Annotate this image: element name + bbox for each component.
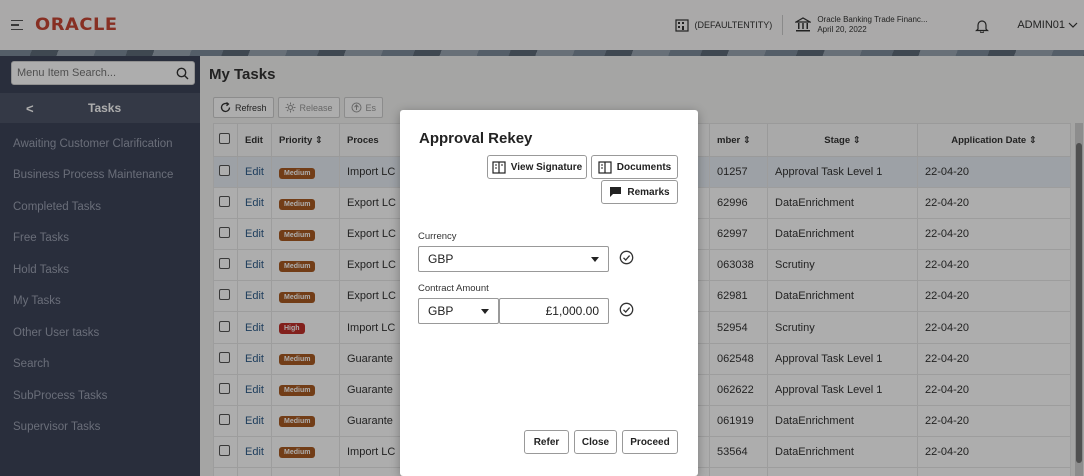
check-circle-icon — [619, 250, 634, 265]
contract-currency-value: GBP — [428, 304, 454, 318]
remarks-label: Remarks — [627, 186, 670, 198]
documents-icon — [598, 160, 612, 174]
refer-button[interactable]: Refer — [524, 430, 569, 454]
contract-currency-select[interactable]: GBP — [418, 298, 499, 324]
chevron-down-icon — [591, 256, 599, 262]
currency-value: GBP — [428, 252, 454, 266]
contract-amount-label: Contract Amount — [418, 283, 489, 294]
proceed-button[interactable]: Proceed — [622, 430, 678, 454]
close-button[interactable]: Close — [574, 430, 617, 454]
check-circle-icon — [619, 302, 634, 317]
signature-book-icon — [492, 160, 506, 174]
approval-rekey-dialog: Approval Rekey View Signature Documents … — [400, 110, 698, 476]
currency-select[interactable]: GBP — [418, 246, 609, 272]
contract-amount-value: £1,000.00 — [545, 304, 599, 318]
dialog-title: Approval Rekey — [419, 130, 533, 147]
comment-icon — [610, 187, 622, 197]
documents-button[interactable]: Documents — [591, 155, 678, 179]
view-signature-label: View Signature — [510, 161, 583, 173]
currency-label: Currency — [418, 231, 457, 242]
remarks-button[interactable]: Remarks — [601, 180, 678, 204]
documents-label: Documents — [616, 161, 672, 173]
chevron-down-icon — [481, 308, 489, 314]
view-signature-button[interactable]: View Signature — [487, 155, 587, 179]
contract-amount-input[interactable]: £1,000.00 — [499, 298, 609, 324]
